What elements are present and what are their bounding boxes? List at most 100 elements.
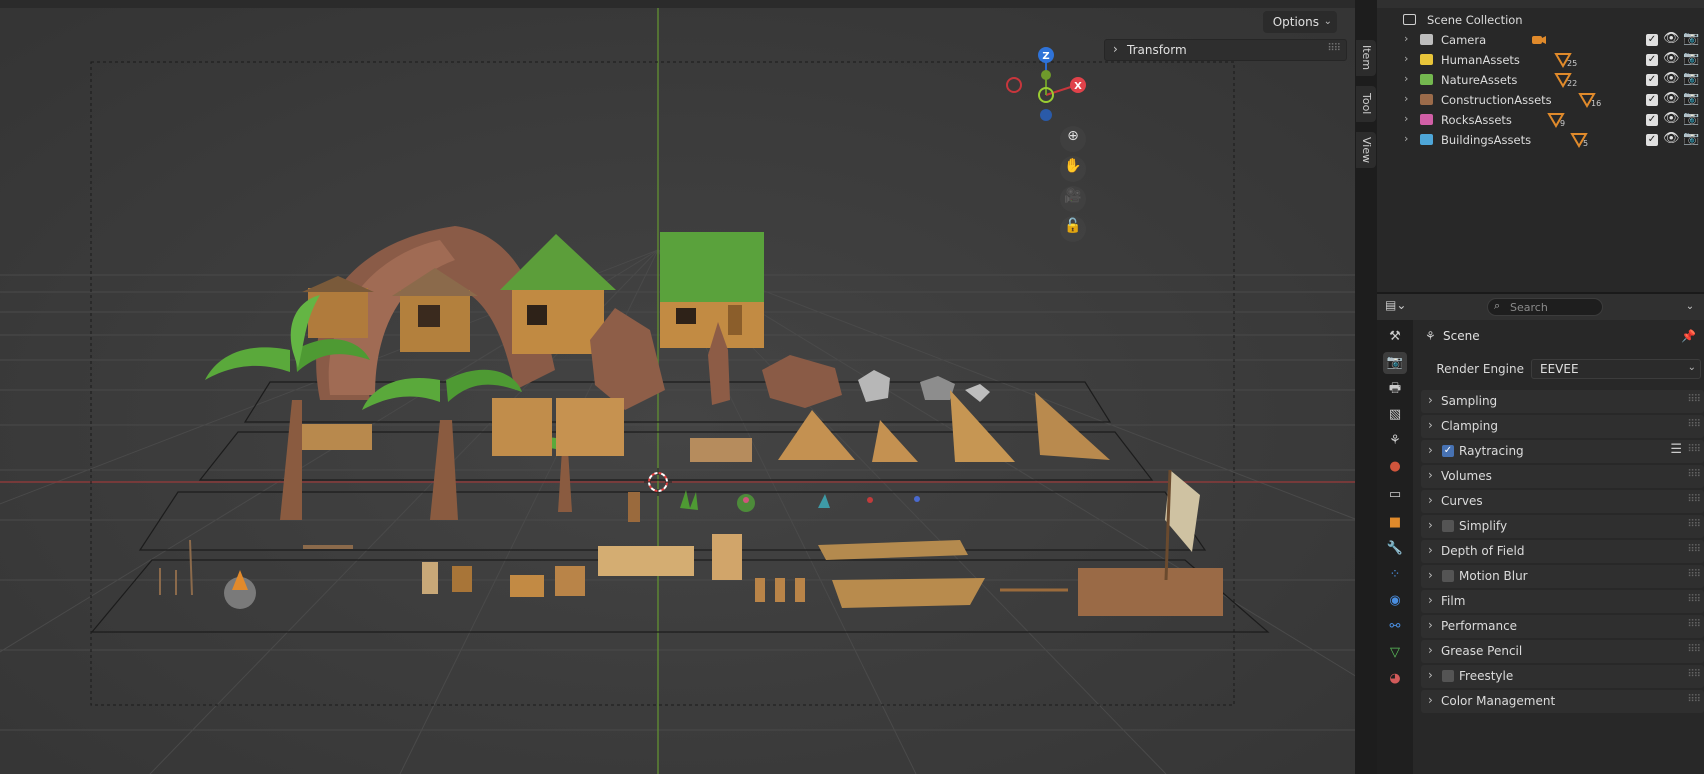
panel-volumes[interactable]: › Volumes ⠿⠿ <box>1421 465 1704 488</box>
render-camera-icon[interactable]: 📷 <box>1683 91 1699 106</box>
eye-icon[interactable]: 👁 <box>1663 91 1680 106</box>
camera-data-icon[interactable] <box>1530 31 1548 49</box>
gizmo-y-axis[interactable] <box>1041 70 1051 80</box>
woven-basket[interactable] <box>422 562 438 594</box>
drag-grip-icon[interactable]: ⠿⠿ <box>1687 394 1701 405</box>
outliner-item[interactable]: › HumanAssets 25 ✓ 👁 📷 <box>1377 50 1704 70</box>
drag-grip-icon[interactable]: ⠿⠿ <box>1687 694 1701 705</box>
exclude-checkbox[interactable]: ✓ <box>1646 134 1658 146</box>
panel-grease-pencil[interactable]: › Grease Pencil ⠿⠿ <box>1421 640 1704 663</box>
tab-view[interactable]: View <box>1356 132 1376 168</box>
mesh-data-icon[interactable]: 9 <box>1547 111 1565 129</box>
output-tab-icon[interactable]: 🖶 <box>1383 378 1407 400</box>
data-tab-icon[interactable]: ▽ <box>1383 642 1407 664</box>
exclude-checkbox[interactable]: ✓ <box>1646 54 1658 66</box>
treasure-chest[interactable] <box>555 566 585 596</box>
eye-icon[interactable]: 👁 <box>1663 71 1680 86</box>
barrel[interactable] <box>452 566 472 592</box>
mesh-data-icon[interactable]: 5 <box>1570 131 1588 149</box>
camera-view-tool[interactable]: 🎥 <box>1060 186 1086 212</box>
flower-blue[interactable] <box>914 496 920 502</box>
particles-tab-icon[interactable]: ⁘ <box>1383 564 1407 586</box>
panel-checkbox[interactable] <box>1442 670 1454 682</box>
transform-panel[interactable]: › Transform ⠿⠿ <box>1104 39 1347 61</box>
collection-tab-icon[interactable]: ▭ <box>1383 484 1407 506</box>
material-tab-icon[interactable]: ◕ <box>1383 668 1407 690</box>
panel-color-management[interactable]: › Color Management ⠿⠿ <box>1421 690 1704 713</box>
outliner-item[interactable]: › BuildingsAssets 5 ✓ 👁 📷 <box>1377 130 1704 150</box>
expand-arrow-icon[interactable]: › <box>1404 132 1408 145</box>
panel-checkbox[interactable]: ✓ <box>1442 445 1454 457</box>
scene-tab-icon[interactable]: ⚘ <box>1383 430 1407 452</box>
wood-chair[interactable] <box>712 534 742 580</box>
drag-grip-icon[interactable]: ⠿⠿ <box>1687 519 1701 530</box>
exclude-checkbox[interactable]: ✓ <box>1646 94 1658 106</box>
wood-crate-1[interactable] <box>492 398 552 456</box>
wood-crate-2[interactable] <box>556 398 624 456</box>
panel-freestyle[interactable]: › Freestyle ⠿⠿ <box>1421 665 1704 688</box>
expand-arrow-icon[interactable]: › <box>1404 52 1408 65</box>
eye-icon[interactable]: 👁 <box>1663 51 1680 66</box>
panel-motion-blur[interactable]: › Motion Blur ⠿⠿ <box>1421 565 1704 588</box>
small-crate[interactable] <box>510 575 544 597</box>
panel-sampling[interactable]: › Sampling ⠿⠿ <box>1421 390 1704 413</box>
outliner[interactable]: Scene Collection › Camera ✓ 👁 📷 › HumanAssets 2… <box>1377 0 1704 292</box>
drag-grip-icon[interactable]: ⠿⠿ <box>1687 644 1701 655</box>
drag-grip-icon[interactable]: ⠿⠿ <box>1687 544 1701 555</box>
pan-tool[interactable]: ✋ <box>1060 156 1086 182</box>
mesh-data-icon[interactable]: 16 <box>1578 91 1601 109</box>
chevron-down-icon[interactable]: ⌄ <box>1680 298 1700 316</box>
properties-editor[interactable]: ▤⌄ ⌕ Search ⌄ ⚒ 📷 🖶 ▧ ⚘ ● ▭ ■ 🔧 ⁘ ◉ ⚯ ▽ … <box>1377 292 1704 774</box>
tool-tab-icon[interactable]: ⚒ <box>1383 326 1407 348</box>
object-tab-icon[interactable]: ■ <box>1383 512 1407 534</box>
drying-rack[interactable] <box>303 545 353 549</box>
drag-grip-icon[interactable]: ⠿⠿ <box>1687 419 1701 430</box>
panel-checkbox[interactable] <box>1442 570 1454 582</box>
lock-camera-tool[interactable]: 🔓 <box>1060 216 1086 242</box>
outliner-item[interactable]: › RocksAssets 9 ✓ 👁 📷 <box>1377 110 1704 130</box>
tab-tool[interactable]: Tool <box>1356 86 1376 122</box>
properties-search[interactable]: ⌕ Search <box>1487 298 1603 316</box>
tab-item[interactable]: Item <box>1356 40 1376 76</box>
drag-grip-icon[interactable]: ⠿⠿ <box>1687 619 1701 630</box>
expand-arrow-icon[interactable]: › <box>1404 72 1408 85</box>
constraints-tab-icon[interactable]: ⚯ <box>1383 616 1407 638</box>
view-layer-tab-icon[interactable]: ▧ <box>1383 404 1407 426</box>
outliner-item[interactable]: › Camera ✓ 👁 📷 <box>1377 30 1704 50</box>
drag-grip-icon[interactable]: ⠿⠿ <box>1687 444 1701 455</box>
pin-icon[interactable]: 📌 <box>1681 329 1696 343</box>
dining-table[interactable] <box>598 546 694 576</box>
physics-tab-icon[interactable]: ◉ <box>1383 590 1407 612</box>
boat-lower[interactable] <box>832 578 985 608</box>
render-camera-icon[interactable]: 📷 <box>1683 71 1699 86</box>
zoom-tool[interactable]: ⊕ <box>1060 126 1086 152</box>
eye-icon[interactable]: 👁 <box>1663 31 1680 46</box>
render-tab-icon[interactable]: 📷 <box>1383 352 1407 374</box>
mesh-data-icon[interactable]: 22 <box>1554 71 1577 89</box>
panel-checkbox[interactable] <box>1442 520 1454 532</box>
outliner-item[interactable]: › NatureAssets 22 ✓ 👁 📷 <box>1377 70 1704 90</box>
mesh-data-icon[interactable]: 25 <box>1554 51 1577 69</box>
panel-depth-of-field[interactable]: › Depth of Field ⠿⠿ <box>1421 540 1704 563</box>
floor-mat[interactable] <box>690 438 752 462</box>
flower-red[interactable] <box>867 497 873 503</box>
modifier-tab-icon[interactable]: 🔧 <box>1383 538 1407 560</box>
drag-grip-icon[interactable]: ⠿⠿ <box>1687 669 1701 680</box>
world-tab-icon[interactable]: ● <box>1383 456 1407 478</box>
log-stump[interactable] <box>628 492 640 522</box>
render-camera-icon[interactable]: 📷 <box>1683 111 1699 126</box>
expand-arrow-icon[interactable]: › <box>1404 112 1408 125</box>
render-camera-icon[interactable]: 📷 <box>1683 51 1699 66</box>
eye-icon[interactable]: 👁 <box>1663 111 1680 126</box>
panel-clamping[interactable]: › Clamping ⠿⠿ <box>1421 415 1704 438</box>
drag-grip-icon[interactable]: ⠿⠿ <box>1687 469 1701 480</box>
render-camera-icon[interactable]: 📷 <box>1683 131 1699 146</box>
wood-planks[interactable] <box>755 578 805 602</box>
eye-icon[interactable]: 👁 <box>1663 131 1680 146</box>
viewport-canvas[interactable]: Z X <box>0 0 1355 774</box>
render-camera-icon[interactable]: 📷 <box>1683 31 1699 46</box>
panel-curves[interactable]: › Curves ⠿⠿ <box>1421 490 1704 513</box>
render-engine-select[interactable]: EEVEE ⌄ <box>1531 359 1701 379</box>
editor-type-button[interactable]: ▤⌄ <box>1385 298 1413 316</box>
panel-raytracing[interactable]: › ✓ Raytracing ☰ ⠿⠿ <box>1421 440 1704 463</box>
